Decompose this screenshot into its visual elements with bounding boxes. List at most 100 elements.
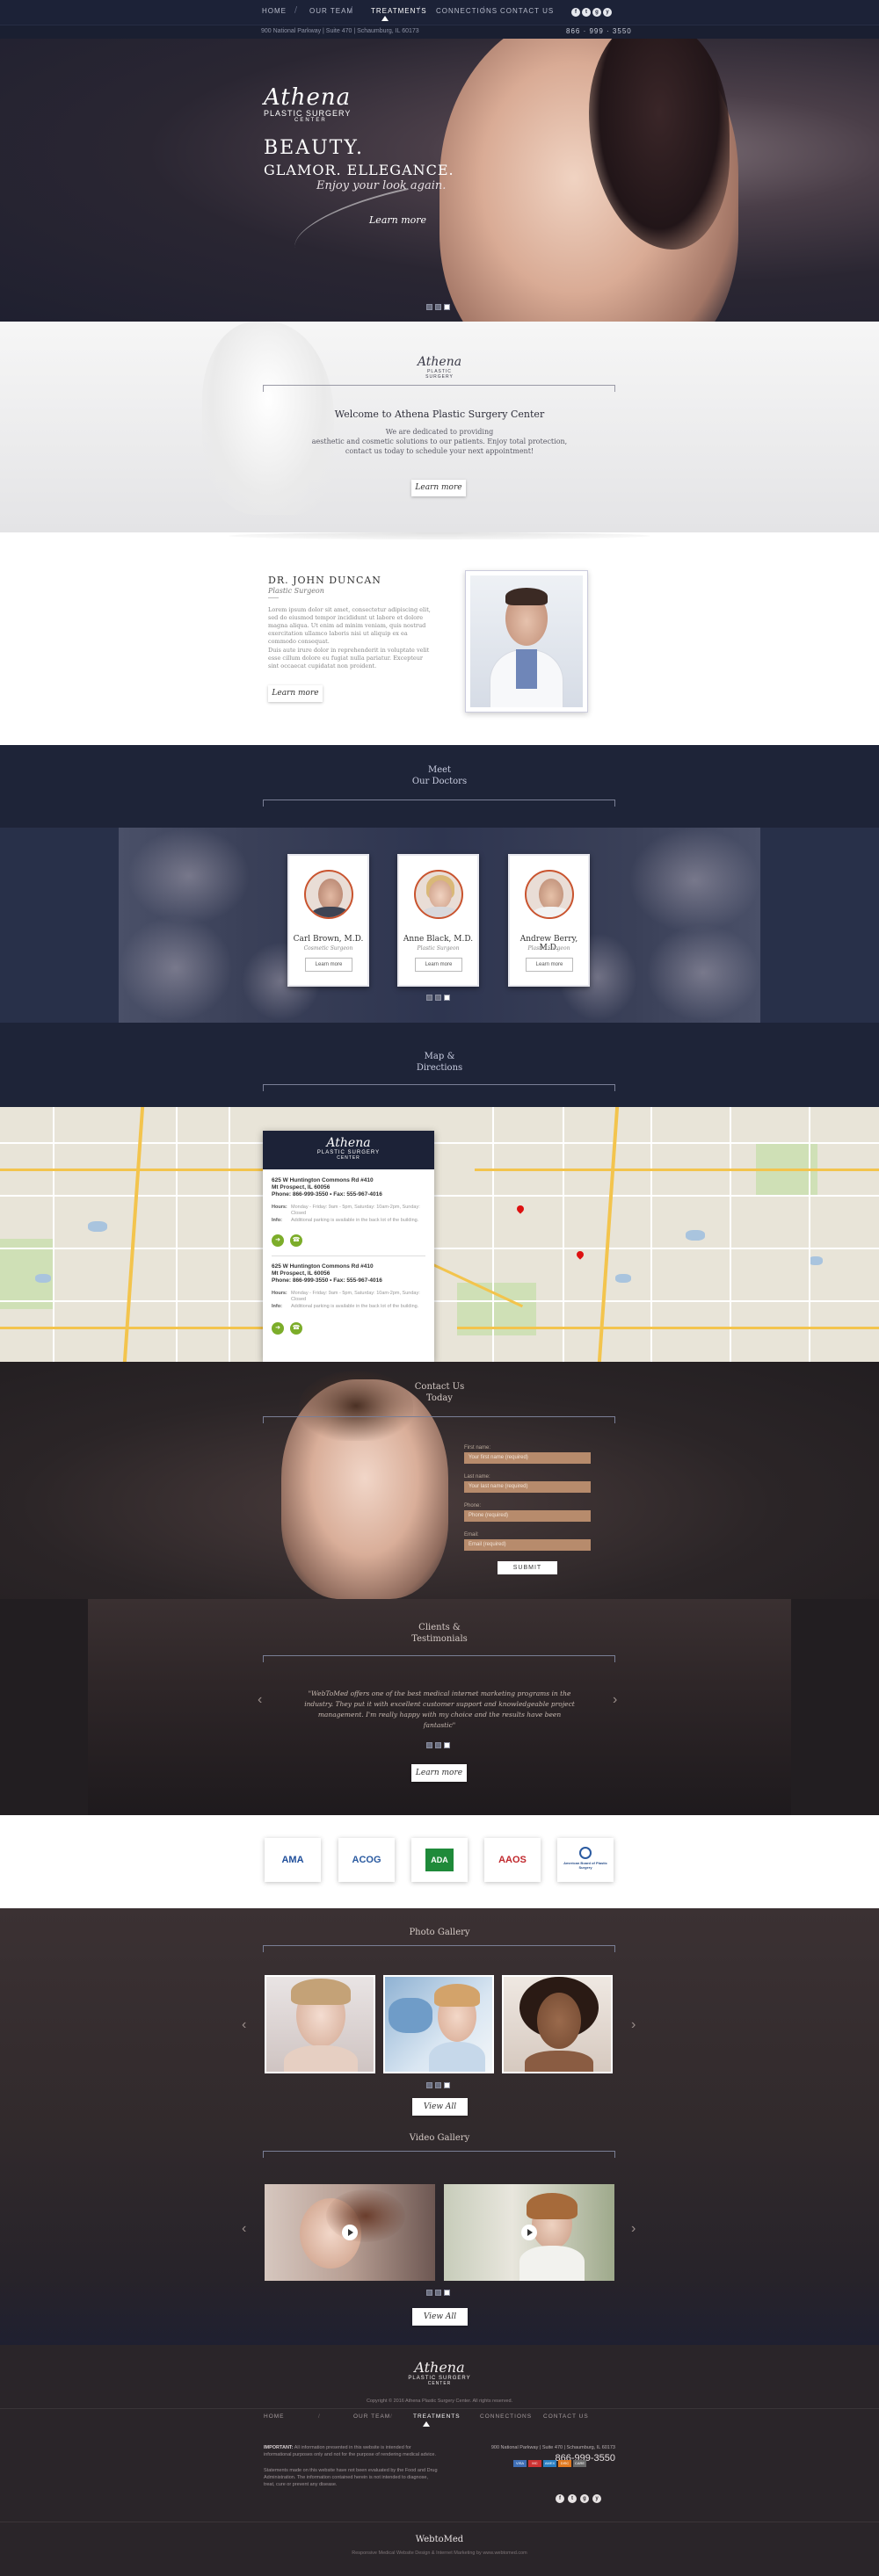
chevron-left-icon[interactable]: ‹ bbox=[242, 2221, 246, 2237]
doctor-portrait bbox=[525, 870, 574, 919]
credit-text: Responsive Medical Website Design & Inte… bbox=[352, 2551, 527, 2556]
map-pin-icon[interactable] bbox=[515, 1204, 526, 1214]
directions-icon[interactable]: ➜ bbox=[272, 1234, 284, 1247]
last-name-input[interactable]: Your last name (required) bbox=[464, 1481, 591, 1493]
testimonials-learn-more-button[interactable]: Learn more bbox=[411, 1764, 467, 1782]
chevron-left-icon[interactable]: ‹ bbox=[242, 2017, 246, 2033]
contact-section: Contact Us Today First name: Your first … bbox=[0, 1362, 879, 1599]
slider-dot-active[interactable] bbox=[444, 2082, 450, 2088]
copyright-text: Copyright © 2016 Athena Plastic Surgery … bbox=[366, 2399, 513, 2404]
info-bar: 900 National Parkway | Suite 470 | Schau… bbox=[0, 25, 879, 39]
nav-connections[interactable]: CONNECTIONS bbox=[436, 7, 498, 15]
slider-dot[interactable] bbox=[426, 995, 432, 1001]
play-icon[interactable] bbox=[521, 2225, 537, 2240]
slider-dot-active[interactable] bbox=[444, 1742, 450, 1748]
slider-dot[interactable] bbox=[426, 304, 432, 310]
slider-dot[interactable] bbox=[426, 2082, 432, 2088]
doctor-learn-more-button[interactable]: Learn more bbox=[268, 685, 323, 702]
ama-logo[interactable]: AMA bbox=[265, 1838, 321, 1882]
facebook-icon[interactable]: f bbox=[571, 8, 580, 17]
play-icon[interactable] bbox=[342, 2225, 358, 2240]
logo-center: CENTER bbox=[294, 118, 327, 123]
twitter-icon[interactable]: t bbox=[582, 8, 591, 17]
footer-nav-separator: / bbox=[525, 2413, 527, 2420]
email-input[interactable]: Email (required) bbox=[464, 1539, 591, 1551]
abps-seal-icon bbox=[579, 1847, 592, 1859]
photo-view-all-button[interactable]: View All bbox=[412, 2098, 468, 2116]
doctor-card[interactable]: Andrew Berry, M.D. Plastic Surgeon Learn… bbox=[508, 854, 590, 987]
facebook-icon[interactable]: f bbox=[556, 2494, 564, 2503]
directions-map[interactable]: Athena PLASTIC SURGERY CENTER 625 W Hunt… bbox=[0, 1107, 879, 1362]
photo-gallery-title: Photo Gallery bbox=[409, 1928, 470, 1937]
gallery-video[interactable] bbox=[444, 2184, 614, 2281]
google-plus-icon[interactable]: g bbox=[592, 8, 601, 17]
nav-home[interactable]: HOME bbox=[262, 7, 287, 15]
doctor-name: DR. JOHN DUNCAN bbox=[268, 575, 381, 586]
hero-learn-more-link[interactable]: Learn more bbox=[369, 214, 426, 226]
gallery-photo[interactable] bbox=[383, 1975, 494, 2073]
header-phone[interactable]: 866 · 999 · 3550 bbox=[566, 27, 632, 35]
logo-wordmark: Athena bbox=[264, 84, 352, 111]
gallery-photo[interactable] bbox=[265, 1975, 375, 2073]
doctor-card-learn-more[interactable]: Learn more bbox=[415, 958, 462, 972]
doctor-card[interactable]: Anne Black, M.D. Plastic Surgeon Learn m… bbox=[397, 854, 479, 987]
slider-dot[interactable] bbox=[435, 2290, 441, 2296]
abps-logo-box[interactable]: American Board of Plastic Surgery bbox=[557, 1838, 614, 1882]
acog-logo[interactable]: ACOG bbox=[338, 1838, 395, 1882]
first-name-input[interactable]: Your first name (required) bbox=[464, 1452, 591, 1464]
phone-icon[interactable]: ☎ bbox=[290, 1234, 302, 1247]
footer-nav-contact-us[interactable]: CONTACT US bbox=[543, 2413, 589, 2420]
map-title: Map & Directions bbox=[416, 1052, 463, 1073]
location-1-hours: Monday - Friday: 9am - 5pm, Saturday: 10… bbox=[291, 1205, 420, 1216]
slider-dot-active[interactable] bbox=[444, 304, 450, 310]
welcome-learn-more-button[interactable]: Learn more bbox=[411, 480, 466, 496]
twitter-icon[interactable]: t bbox=[568, 2494, 577, 2503]
directions-icon[interactable]: ➜ bbox=[272, 1322, 284, 1335]
doctor-card-role: Plastic Surgeon bbox=[527, 945, 570, 952]
doctor-card[interactable]: Carl Brown, M.D. Cosmetic Surgeon Learn … bbox=[287, 854, 369, 987]
slider-dot[interactable] bbox=[426, 1742, 432, 1748]
hero-logo[interactable]: Athena PLASTIC SURGERY CENTER bbox=[264, 84, 351, 123]
phone-input[interactable]: Phone (required) bbox=[464, 1510, 591, 1522]
footer-nav-our-team[interactable]: OUR TEAM bbox=[353, 2413, 390, 2420]
important-notice: IMPORTANT: All information presented in … bbox=[264, 2445, 436, 2457]
google-plus-icon[interactable]: g bbox=[580, 2494, 589, 2503]
discover-badge: DISC bbox=[558, 2460, 571, 2467]
slider-dot[interactable] bbox=[435, 304, 441, 310]
youtube-icon[interactable]: y bbox=[603, 8, 612, 17]
video-view-all-button[interactable]: View All bbox=[412, 2308, 468, 2326]
slider-dot[interactable] bbox=[435, 995, 441, 1001]
slider-dot-active[interactable] bbox=[444, 2290, 450, 2296]
location-divider bbox=[272, 1255, 425, 1256]
webtomed-logo[interactable]: WebtoMed bbox=[396, 2535, 483, 2544]
slider-dot[interactable] bbox=[435, 2082, 441, 2088]
aaos-logo[interactable]: AAOS bbox=[484, 1838, 541, 1882]
location-1-info: Additional parking is available in the b… bbox=[291, 1218, 419, 1223]
visa-badge: VISA bbox=[513, 2460, 527, 2467]
first-name-label: First name: bbox=[464, 1445, 491, 1451]
phone-icon[interactable]: ☎ bbox=[290, 1322, 302, 1335]
chevron-left-icon[interactable]: ‹ bbox=[258, 1692, 262, 1708]
carecredit-badge: CARE bbox=[573, 2460, 586, 2467]
nav-contact-us[interactable]: CONTACT US bbox=[500, 7, 554, 15]
gallery-video[interactable] bbox=[265, 2184, 435, 2281]
chevron-right-icon[interactable]: › bbox=[631, 2221, 636, 2237]
chevron-right-icon[interactable]: › bbox=[631, 2017, 636, 2033]
footer-nav-treatments[interactable]: TREATMENTS bbox=[413, 2413, 461, 2420]
footer-logo[interactable]: Athena PLASTIC SURGERY CENTER bbox=[404, 2359, 475, 2386]
slider-dot[interactable] bbox=[426, 2290, 432, 2296]
youtube-icon[interactable]: y bbox=[592, 2494, 601, 2503]
footer-nav-home[interactable]: HOME bbox=[264, 2413, 285, 2420]
chevron-right-icon[interactable]: › bbox=[613, 1692, 617, 1708]
slider-dot-active[interactable] bbox=[444, 995, 450, 1001]
slider-dot[interactable] bbox=[435, 1742, 441, 1748]
gallery-photo[interactable] bbox=[502, 1975, 613, 2073]
doctor-portrait bbox=[414, 870, 463, 919]
map-pin-icon[interactable] bbox=[575, 1249, 585, 1260]
ada-logo-box[interactable]: ADA bbox=[411, 1838, 468, 1882]
doctor-card-learn-more[interactable]: Learn more bbox=[305, 958, 352, 972]
nav-our-team[interactable]: OUR TEAM bbox=[309, 7, 353, 15]
footer-address: 900 National Parkway | Suite 470 | Schau… bbox=[490, 2445, 615, 2450]
submit-button[interactable]: SUBMIT bbox=[498, 1561, 557, 1574]
doctor-card-learn-more[interactable]: Learn more bbox=[526, 958, 573, 972]
